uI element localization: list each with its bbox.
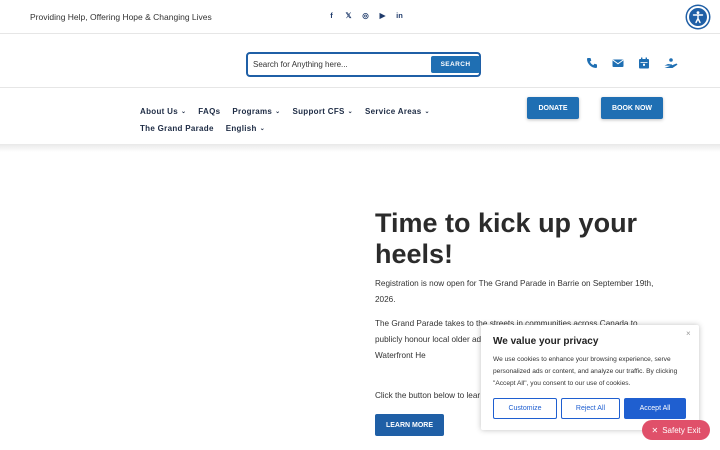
nav-item-support-cfs[interactable]: Support CFS ⌄ [292,107,353,116]
nav-item-the-grand-parade[interactable]: The Grand Parade [140,124,214,133]
contact-icons [586,56,678,69]
nav-item-programs[interactable]: Programs ⌄ [232,107,280,116]
cookie-consent-banner: × We value your privacy We use cookies t… [481,325,699,430]
chevron-down-icon: ⌄ [259,126,266,132]
nav-item-service-areas[interactable]: Service Areas ⌄ [365,107,430,116]
phone-icon[interactable] [586,56,598,68]
book-now-button[interactable]: BOOK NOW [601,97,663,119]
main-navigation: About Us ⌄ FAQs Programs ⌄ Support CFS ⌄ Se… [140,103,430,137]
chevron-down-icon: ⌄ [180,109,187,115]
accept-all-button[interactable]: Accept All [624,398,686,419]
hero-title: Time to kick up your heels! [375,208,638,269]
safety-exit-button[interactable]: ✕ Safety Exit [642,420,710,440]
customize-button[interactable]: Customize [493,398,557,419]
calendar-icon[interactable] [638,56,650,69]
close-icon[interactable]: × [686,329,691,338]
facebook-icon[interactable]: f [328,12,335,20]
youtube-icon[interactable]: ▶ [379,12,386,20]
instagram-icon[interactable]: ◎ [362,12,369,20]
search-box: SEARCH [246,52,481,77]
chevron-down-icon: ⌄ [275,109,281,115]
top-bar: Providing Help, Offering Hope & Changing… [0,0,720,34]
nav-item-label: FAQs [198,107,221,116]
linkedin-icon[interactable]: in [396,12,403,20]
cookie-title: We value your privacy [493,336,599,347]
nav-item-label: About Us [140,107,178,116]
nav-item-label: Service Areas [364,107,422,116]
nav-row-2: The Grand Parade English ⌄ [140,120,430,137]
header-divider [0,87,720,88]
x-icon[interactable]: 𝕏 [345,12,352,20]
chevron-down-icon: ⌄ [347,109,353,115]
search-button[interactable]: SEARCH [431,56,480,73]
header-shadow [0,144,720,152]
reject-all-button[interactable]: Reject All [561,398,620,419]
donate-hand-icon[interactable] [664,56,678,68]
nav-item-label: The Grand Parade [140,124,214,133]
nav-item-label: English [225,124,257,133]
nav-item-label: Support CFS [292,107,345,116]
chevron-down-icon: ⌄ [424,109,430,115]
email-icon[interactable] [612,56,624,68]
tagline: Providing Help, Offering Hope & Changing… [30,12,212,22]
donate-button[interactable]: DONATE [527,97,579,119]
cookie-text: We use cookies to enhance your browsing … [493,356,678,387]
accessibility-person-icon [692,11,704,24]
accessibility-icon[interactable] [687,6,709,28]
nav-item-label: Programs [232,107,273,116]
nav-item-language[interactable]: English ⌄ [226,124,265,133]
close-icon: ✕ [651,425,659,435]
safety-exit-label: Safety Exit [662,425,701,435]
search-input[interactable] [253,57,423,72]
nav-item-about-us[interactable]: About Us ⌄ [140,107,186,116]
social-links: f 𝕏 ◎ ▶ in [328,12,403,20]
nav-row-1: About Us ⌄ FAQs Programs ⌄ Support CFS ⌄ Se… [140,103,430,120]
hero-paragraph-registration: Registration is now open for The Grand P… [375,279,654,304]
learn-more-button[interactable]: LEARN MORE [375,414,444,436]
nav-item-faqs[interactable]: FAQs [198,107,220,116]
